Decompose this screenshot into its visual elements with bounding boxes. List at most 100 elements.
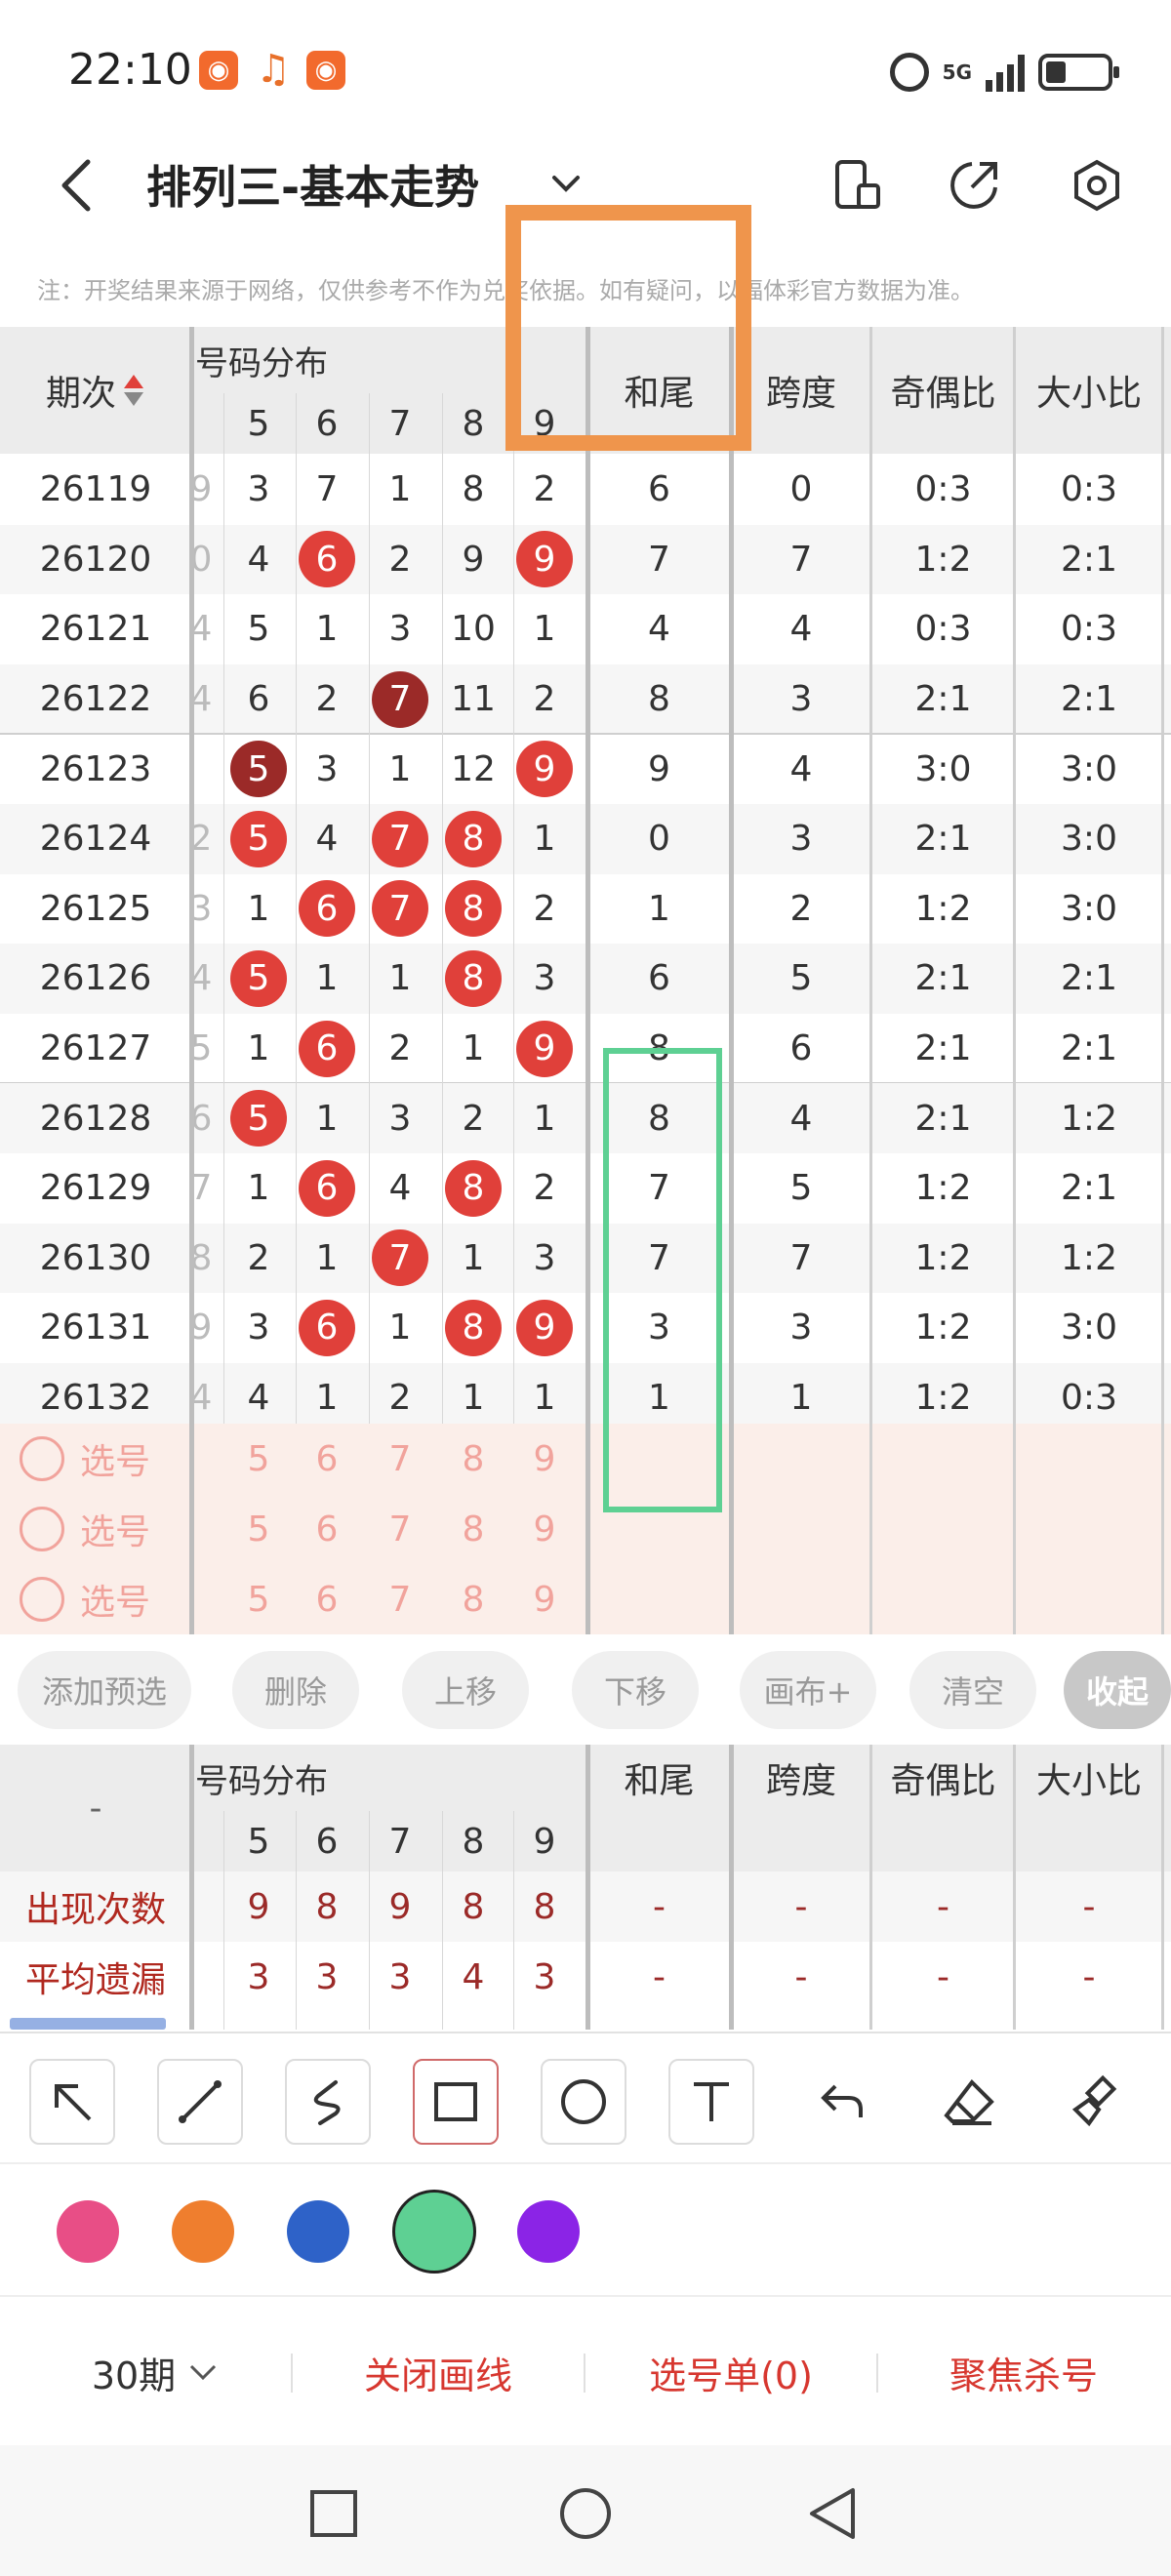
select-digit[interactable]: 9 xyxy=(509,1494,580,1564)
digit-cell[interactable]: 6 xyxy=(223,664,294,735)
page-title[interactable]: 排列三-基本走势 xyxy=(146,152,479,217)
color-swatch[interactable] xyxy=(517,2200,580,2263)
select-digit[interactable]: 7 xyxy=(365,1424,435,1494)
select-digit[interactable]: 6 xyxy=(292,1564,362,1634)
digit-cell[interactable]: 5 xyxy=(223,1083,294,1153)
digit-cell[interactable]: 1 xyxy=(292,594,362,664)
digit-cell[interactable]: 1 xyxy=(509,804,580,874)
select-digit[interactable]: 8 xyxy=(438,1494,508,1564)
select-digit[interactable]: 8 xyxy=(438,1424,508,1494)
digit-cell[interactable]: 5 xyxy=(223,944,294,1014)
select-digit[interactable]: 5 xyxy=(223,1564,294,1634)
digit-cell[interactable]: 3 xyxy=(509,944,580,1014)
arrow-tool-button[interactable] xyxy=(29,2059,115,2145)
circle-tool-button[interactable] xyxy=(541,2059,626,2145)
digit-cell[interactable]: 7 xyxy=(365,664,435,735)
radio-circle-icon[interactable] xyxy=(20,1436,64,1481)
digit-cell[interactable]: 9 xyxy=(509,1293,580,1363)
action-chip[interactable]: 收起 xyxy=(1064,1651,1171,1729)
digit-cell[interactable]: 1 xyxy=(509,1083,580,1153)
digit-cell[interactable]: 9 xyxy=(509,1014,580,1084)
digit-cell[interactable]: 4 xyxy=(292,804,362,874)
digit-cell[interactable]: 7 xyxy=(292,455,362,525)
digit-cell[interactable]: 5 xyxy=(223,804,294,874)
undo-button[interactable] xyxy=(798,2059,884,2145)
period-header[interactable]: 期次 xyxy=(0,327,191,454)
digit-cell[interactable]: 3 xyxy=(365,594,435,664)
chevron-down-icon[interactable] xyxy=(548,166,584,201)
digit-cell[interactable]: 6 xyxy=(292,1153,362,1224)
digit-cell[interactable]: 12 xyxy=(438,734,508,804)
digit-cell[interactable]: 7 xyxy=(365,1224,435,1294)
digit-cell[interactable]: 2 xyxy=(509,664,580,735)
color-swatch[interactable] xyxy=(287,2200,349,2263)
digit-cell[interactable]: 3 xyxy=(365,1083,435,1153)
curve-tool-button[interactable] xyxy=(285,2059,371,2145)
digit-cell[interactable]: 8 xyxy=(438,874,508,945)
digit-cell[interactable]: 2 xyxy=(365,1363,435,1433)
selection-list-button[interactable]: 选号单(0) xyxy=(586,2299,876,2445)
digit-cell[interactable]: 10 xyxy=(438,594,508,664)
digit-cell[interactable]: 3 xyxy=(223,455,294,525)
digit-cell[interactable]: 1 xyxy=(365,734,435,804)
close-lines-button[interactable]: 关闭画线 xyxy=(293,2299,584,2445)
digit-cell[interactable]: 2 xyxy=(509,874,580,945)
digit-cell[interactable]: 9 xyxy=(509,525,580,595)
digit-cell[interactable]: 1 xyxy=(438,1363,508,1433)
digit-cell[interactable]: 8 xyxy=(438,1293,508,1363)
digit-cell[interactable]: 11 xyxy=(438,664,508,735)
color-swatch[interactable] xyxy=(57,2200,119,2263)
action-chip[interactable]: 删除 xyxy=(232,1651,359,1729)
digit-cell[interactable]: 4 xyxy=(223,1363,294,1433)
digit-cell[interactable]: 1 xyxy=(438,1014,508,1084)
select-digit[interactable]: 7 xyxy=(365,1564,435,1634)
digit-cell[interactable]: 6 xyxy=(292,525,362,595)
rectangle-tool-button[interactable] xyxy=(413,2059,499,2145)
action-chip[interactable]: 上移 xyxy=(402,1651,529,1729)
digit-cell[interactable]: 1 xyxy=(292,944,362,1014)
digit-cell[interactable]: 2 xyxy=(365,1014,435,1084)
digit-cell[interactable]: 2 xyxy=(292,664,362,735)
recent-apps-icon[interactable] xyxy=(308,2488,359,2539)
focus-kill-button[interactable]: 聚焦杀号 xyxy=(878,2299,1169,2445)
digit-cell[interactable]: 3 xyxy=(223,1293,294,1363)
select-digit[interactable]: 5 xyxy=(223,1424,294,1494)
home-icon[interactable] xyxy=(558,2486,613,2541)
action-chip[interactable]: 下移 xyxy=(572,1651,699,1729)
digit-cell[interactable]: 4 xyxy=(365,1153,435,1224)
brush-button[interactable] xyxy=(1054,2059,1140,2145)
digit-cell[interactable]: 2 xyxy=(509,1153,580,1224)
digit-cell[interactable]: 5 xyxy=(223,594,294,664)
digit-cell[interactable]: 1 xyxy=(509,594,580,664)
back-button[interactable] xyxy=(49,154,107,217)
select-digit[interactable]: 9 xyxy=(509,1564,580,1634)
digit-cell[interactable]: 3 xyxy=(509,1224,580,1294)
digit-cell[interactable]: 9 xyxy=(509,734,580,804)
digit-cell[interactable]: 7 xyxy=(365,874,435,945)
digit-cell[interactable]: 8 xyxy=(438,804,508,874)
digit-cell[interactable]: 1 xyxy=(292,1363,362,1433)
digit-cell[interactable]: 6 xyxy=(292,1293,362,1363)
color-swatch[interactable] xyxy=(172,2200,234,2263)
digit-cell[interactable]: 1 xyxy=(365,944,435,1014)
digit-cell[interactable]: 2 xyxy=(365,525,435,595)
back-nav-icon[interactable] xyxy=(806,2486,861,2541)
digit-cell[interactable]: 1 xyxy=(438,1224,508,1294)
digit-cell[interactable]: 1 xyxy=(223,1014,294,1084)
period-select[interactable]: 30期 xyxy=(59,2299,254,2445)
digit-cell[interactable]: 8 xyxy=(438,944,508,1014)
settings-icon[interactable] xyxy=(1070,158,1124,213)
digit-cell[interactable]: 1 xyxy=(223,874,294,945)
digit-cell[interactable]: 1 xyxy=(365,1293,435,1363)
select-digit[interactable]: 9 xyxy=(509,1424,580,1494)
select-row-label[interactable]: 选号 xyxy=(20,1424,191,1494)
digit-cell[interactable]: 2 xyxy=(223,1224,294,1294)
digit-cell[interactable]: 6 xyxy=(292,1014,362,1084)
orange-rectangle-drawing[interactable] xyxy=(505,205,751,451)
digit-cell[interactable]: 1 xyxy=(365,455,435,525)
digit-cell[interactable]: 9 xyxy=(438,525,508,595)
action-chip[interactable]: 清空 xyxy=(909,1651,1036,1729)
green-rectangle-drawing[interactable] xyxy=(603,1048,722,1512)
action-chip[interactable]: 添加预选 xyxy=(18,1651,191,1729)
digit-cell[interactable]: 3 xyxy=(292,734,362,804)
